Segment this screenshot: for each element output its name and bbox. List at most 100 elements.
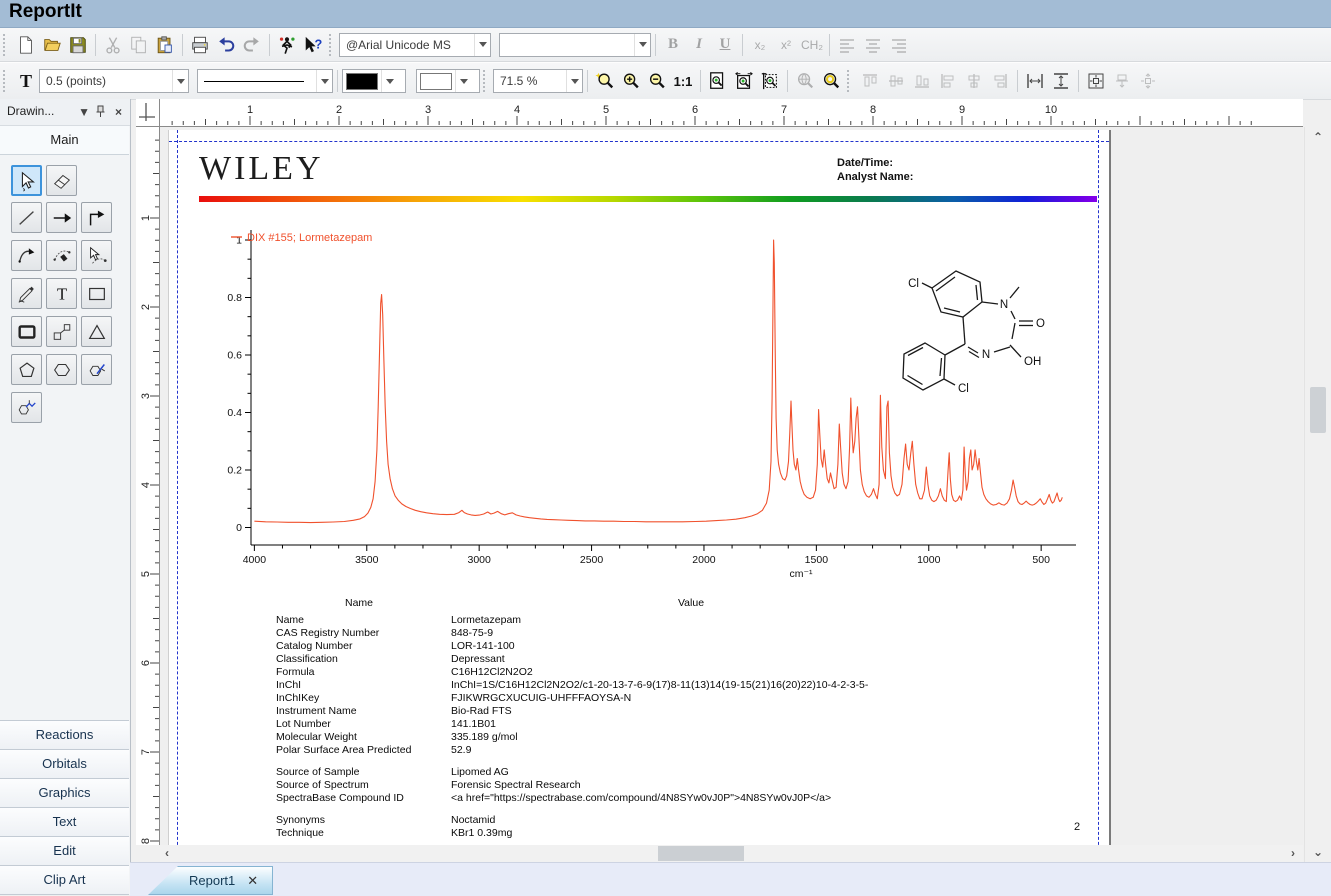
tab-main[interactable]: Main	[0, 126, 129, 155]
space-horizontally-button[interactable]	[1022, 68, 1048, 94]
chevron-down-icon[interactable]	[474, 34, 490, 56]
row-name: Instrument Name	[276, 705, 357, 718]
table-row: Molecular Weight335.189 g/mol	[169, 731, 1109, 744]
elbow-arrow-tool[interactable]	[81, 202, 112, 233]
toolbar-grip[interactable]	[483, 70, 489, 92]
horizontal-scrollbar[interactable]: ‹ ›	[160, 845, 1303, 862]
open-button[interactable]	[39, 32, 65, 58]
tab-label: Report1	[189, 873, 235, 888]
center-on-page-button[interactable]	[1083, 68, 1109, 94]
line-width-select[interactable]: 0.5 (points)	[39, 69, 189, 93]
horizontal-scrollbar-thumb[interactable]	[658, 846, 744, 861]
center-horizontally-page-button	[1109, 68, 1135, 94]
table-row: Polar Surface Area Predicted52.9	[169, 744, 1109, 757]
svg-text:6: 6	[692, 104, 698, 116]
ring-chain-tool[interactable]	[11, 392, 42, 423]
tab-report1[interactable]: Report1 ✕	[148, 866, 273, 895]
zoom-tool-button[interactable]	[592, 68, 618, 94]
bezier-pen-tool[interactable]	[46, 240, 77, 271]
svg-text:3000: 3000	[467, 554, 491, 566]
panel-section-clip-art[interactable]: Clip Art	[0, 865, 129, 895]
text-style-button[interactable]: T	[13, 68, 39, 94]
chevron-down-icon[interactable]	[381, 70, 397, 92]
arc-arrow-tool[interactable]	[11, 240, 42, 271]
zoom-in-button[interactable]	[618, 68, 644, 94]
atom-label-n4: N	[982, 349, 990, 361]
space-vertically-button[interactable]	[1048, 68, 1074, 94]
chevron-down-icon[interactable]	[455, 70, 471, 92]
panel-section-graphics[interactable]: Graphics	[0, 778, 129, 807]
svg-text:4: 4	[514, 104, 520, 116]
connector-boxes-tool[interactable]	[46, 316, 77, 347]
report-page[interactable]: WILEY Date/Time: Analyst Name: 400035003…	[168, 130, 1111, 845]
fit-page-button[interactable]	[705, 68, 731, 94]
document-canvas[interactable]: WILEY Date/Time: Analyst Name: 400035003…	[160, 127, 1303, 845]
print-button[interactable]	[187, 32, 213, 58]
freehand-pen-tool[interactable]	[11, 278, 42, 309]
page-number: 2	[1074, 821, 1080, 833]
scroll-down-icon[interactable]: ⌄	[1313, 845, 1323, 859]
bezier-select-tool[interactable]	[81, 240, 112, 271]
svg-text:4000: 4000	[243, 554, 267, 566]
new-document-button[interactable]	[13, 32, 39, 58]
font-size-select[interactable]	[499, 33, 651, 57]
zoom-previous-button[interactable]	[818, 68, 844, 94]
toolbar-grip[interactable]	[3, 34, 9, 56]
zoom-out-button[interactable]	[644, 68, 670, 94]
chevron-down-icon[interactable]	[316, 70, 332, 92]
pentagon-tool[interactable]	[11, 354, 42, 385]
font-family-select[interactable]: @Arial Unicode MS	[339, 33, 491, 57]
chevron-down-icon[interactable]	[566, 70, 582, 92]
select-tool[interactable]	[11, 165, 42, 196]
toolbar-grip[interactable]	[847, 70, 853, 92]
triangle-tool[interactable]	[81, 316, 112, 347]
vertical-scrollbar[interactable]: ⌃ ⌄	[1304, 127, 1331, 862]
panel-pin-icon[interactable]	[95, 105, 106, 121]
fit-width-button[interactable]	[731, 68, 757, 94]
panel-header: Drawin... ▼ ×	[0, 99, 130, 126]
fit-selection-button[interactable]	[757, 68, 783, 94]
panel-menu-icon[interactable]: ▼	[78, 105, 90, 119]
undo-button[interactable]	[213, 32, 239, 58]
zoom-level-select[interactable]: 71.5 %	[493, 69, 583, 93]
panel-section-orbitals[interactable]: Orbitals	[0, 749, 129, 778]
line-style-select[interactable]	[197, 69, 333, 93]
panel-close-icon[interactable]: ×	[115, 105, 122, 119]
wiley-logo: WILEY	[199, 150, 324, 188]
tab-close-icon[interactable]: ✕	[247, 873, 258, 889]
app-title: ReportIt	[9, 1, 82, 23]
scroll-left-icon[interactable]: ‹	[165, 846, 169, 860]
wizard-button[interactable]	[274, 32, 300, 58]
ring-bond-tool[interactable]	[81, 354, 112, 385]
scroll-right-icon[interactable]: ›	[1291, 846, 1295, 860]
line-tool[interactable]	[11, 202, 42, 233]
rectangle-tool[interactable]	[81, 278, 112, 309]
context-help-button[interactable]: ?	[300, 32, 326, 58]
hexagon-tool[interactable]	[46, 354, 77, 385]
text-tool[interactable]: T	[46, 278, 77, 309]
panel-section-edit[interactable]: Edit	[0, 836, 129, 865]
actual-size-button[interactable]: 1:1	[670, 68, 696, 94]
svg-text:6: 6	[140, 660, 152, 666]
toolbar-grip[interactable]	[3, 70, 9, 92]
table-row: SpectraBase Compound ID<a href="https://…	[169, 792, 1109, 805]
chevron-down-icon[interactable]	[172, 70, 188, 92]
panel-section-text[interactable]: Text	[0, 807, 129, 836]
chevron-down-icon[interactable]	[634, 34, 650, 56]
panel-section-reactions[interactable]: Reactions	[0, 720, 129, 749]
svg-text:3500: 3500	[355, 554, 379, 566]
bold-rectangle-tool[interactable]	[11, 316, 42, 347]
eraser-tool[interactable]	[46, 165, 77, 196]
ruler-origin-box[interactable]	[136, 99, 160, 127]
row-value: 335.189 g/mol	[451, 731, 518, 744]
toolbar-grip[interactable]	[329, 34, 335, 56]
save-button[interactable]	[65, 32, 91, 58]
tool-group-select	[11, 165, 77, 196]
fill-color-select[interactable]	[416, 69, 480, 93]
scroll-up-icon[interactable]: ⌃	[1313, 130, 1323, 144]
line-color-select[interactable]	[342, 69, 406, 93]
align-left-button	[935, 68, 961, 94]
arrow-tool[interactable]	[46, 202, 77, 233]
paste-button[interactable]	[152, 32, 178, 58]
vertical-scrollbar-thumb[interactable]	[1310, 387, 1326, 433]
